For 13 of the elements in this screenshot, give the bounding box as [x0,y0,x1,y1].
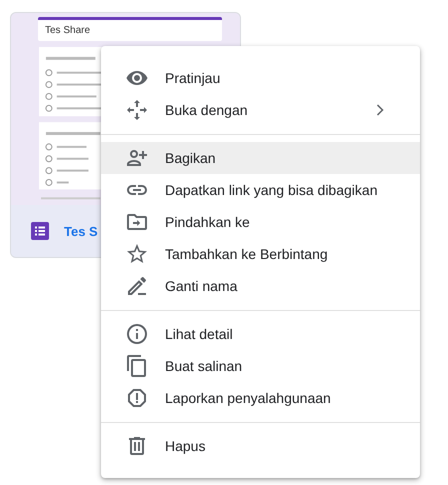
menu-item-label: Bagikan [165,150,217,166]
menu-item-label: Pratinjau [165,70,222,86]
form-title: Tes Share [45,24,90,36]
menu-item-label: Dapatkan link yang bisa dibagikan [165,182,378,198]
menu-item-label: Hapus [165,438,206,454]
menu-item-label: Pindahkan ke [165,214,251,230]
menu-item-label: Ganti nama [165,278,238,294]
menu-item-label: Lihat detail [165,326,234,342]
menu-item-label: Buka dengan [165,102,249,118]
menu-item-label: Buat salinan [165,358,244,374]
menu-item-label: Tambahkan ke Berbintang [165,246,329,262]
file-name: Tes S [64,224,98,238]
menu-item-label: Laporkan penyalahgunaan [165,390,332,406]
